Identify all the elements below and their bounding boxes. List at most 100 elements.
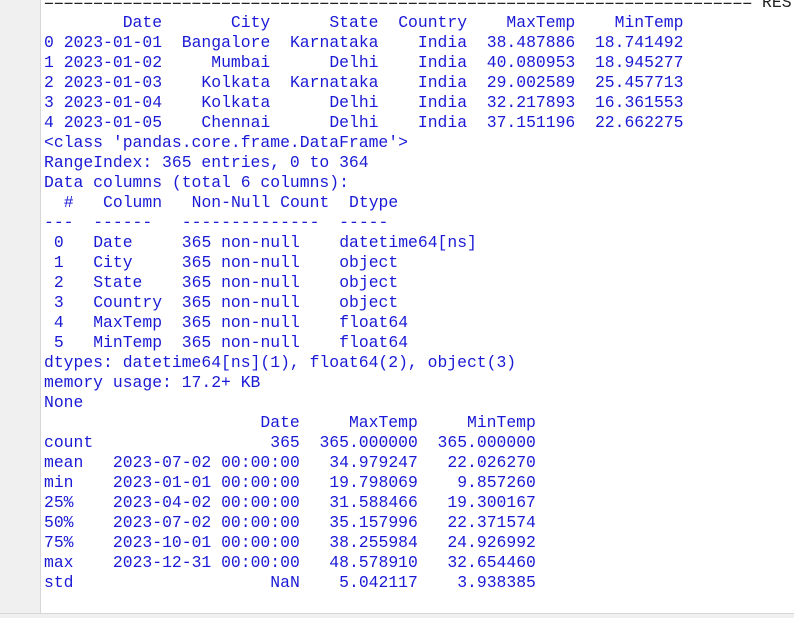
describe-cell: 19.300167 bbox=[447, 493, 536, 512]
describe-cell: 22.026270 bbox=[447, 453, 536, 472]
dataframe-describe-output: Date MaxTemp MinTemp count 365 365.000000… bbox=[44, 413, 794, 593]
table-cell: India bbox=[417, 113, 468, 132]
info-col-name: City bbox=[93, 253, 133, 272]
stat-label: std bbox=[44, 573, 74, 592]
table-cell: Bangalore bbox=[181, 33, 271, 52]
info-col-num: 5 bbox=[53, 333, 64, 352]
table-cell: 2023-01-04 bbox=[63, 93, 163, 112]
describe-cell: 365.000000 bbox=[319, 433, 418, 452]
info-col-name: MinTemp bbox=[93, 333, 163, 352]
table-cell: Delhi bbox=[329, 53, 379, 72]
describe-column-header: Date bbox=[260, 413, 300, 432]
column-header: MaxTemp bbox=[506, 13, 576, 32]
table-cell: 16.361553 bbox=[594, 93, 684, 112]
data-columns-text: Data columns (total 6 columns): bbox=[44, 173, 349, 192]
column-header: Date bbox=[122, 13, 163, 32]
describe-cell: 365.000000 bbox=[437, 433, 536, 452]
table-cell: 18.945277 bbox=[594, 53, 684, 72]
shell-gutter bbox=[0, 0, 41, 617]
table-cell: Chennai bbox=[201, 113, 271, 132]
describe-column-header: MinTemp bbox=[467, 413, 536, 432]
info-column-row: 1 City 365 non-null object bbox=[44, 253, 794, 273]
describe-row: mean 2023-07-02 00:00:00 34.979247 22.02… bbox=[44, 453, 794, 473]
describe-header-row: Date MaxTemp MinTemp bbox=[44, 413, 794, 433]
head-data-row: 2 2023-01-03 Kolkata Karnataka India 29.… bbox=[44, 73, 794, 93]
info-col-name: Date bbox=[93, 233, 133, 252]
describe-cell: 2023-01-01 00:00:00 bbox=[112, 473, 300, 492]
head-data-row: 0 2023-01-01 Bangalore Karnataka India 3… bbox=[44, 33, 794, 53]
info-col-count: 365 non-null bbox=[181, 273, 300, 292]
describe-cell: 48.578910 bbox=[329, 553, 418, 572]
info-col-count: 365 non-null bbox=[181, 253, 300, 272]
describe-cell: NaN bbox=[270, 573, 300, 592]
stat-label: 25% bbox=[44, 493, 74, 512]
describe-cell: 2023-12-31 00:00:00 bbox=[112, 553, 300, 572]
row-index: 3 bbox=[44, 93, 54, 112]
info-col-num: 4 bbox=[53, 313, 64, 332]
table-cell: Mumbai bbox=[211, 53, 271, 72]
info-col-name: MaxTemp bbox=[93, 313, 163, 332]
horizontal-scrollbar[interactable] bbox=[0, 613, 794, 618]
dash-num: --- bbox=[44, 213, 74, 232]
table-cell: 32.217893 bbox=[486, 93, 576, 112]
row-index: 0 bbox=[44, 33, 54, 52]
dash-dtype: ----- bbox=[339, 213, 389, 232]
info-col-name: State bbox=[93, 273, 143, 292]
describe-cell: 38.255984 bbox=[329, 533, 418, 552]
stat-label: min bbox=[44, 473, 74, 492]
info-col-num: 0 bbox=[53, 233, 64, 252]
table-cell: 25.457713 bbox=[594, 73, 684, 92]
info-column-row: 5 MinTemp 365 non-null float64 bbox=[44, 333, 794, 353]
table-cell: Kolkata bbox=[201, 93, 271, 112]
info-col-dtype: object bbox=[339, 293, 399, 312]
describe-row: std NaN 5.042117 3.938385 bbox=[44, 573, 794, 593]
describe-cell: 2023-07-02 00:00:00 bbox=[112, 513, 300, 532]
describe-cell: 35.157996 bbox=[329, 513, 418, 532]
info-col-dtype: object bbox=[339, 253, 399, 272]
describe-cell: 24.926992 bbox=[447, 533, 536, 552]
column-header: State bbox=[329, 13, 379, 32]
head-header-row: Date City State Country MaxTemp MinTemp bbox=[44, 13, 794, 33]
info-column-row: 2 State 365 non-null object bbox=[44, 273, 794, 293]
info-col-count: 365 non-null bbox=[181, 233, 300, 252]
info-header-count: Non-Null Count bbox=[191, 193, 330, 212]
info-col-count: 365 non-null bbox=[181, 333, 300, 352]
dash-column: ------ bbox=[93, 213, 153, 232]
range-index-text: RangeIndex: 365 entries, 0 to 364 bbox=[44, 153, 369, 172]
table-cell: Kolkata bbox=[201, 73, 271, 92]
dataframe-head-output: Date City State Country MaxTemp MinTemp 0… bbox=[44, 13, 794, 133]
table-cell: Karnataka bbox=[289, 73, 379, 92]
python-shell-output[interactable]: ========================================… bbox=[44, 0, 794, 605]
info-col-dtype: object bbox=[339, 273, 399, 292]
describe-row: max 2023-12-31 00:00:00 48.578910 32.654… bbox=[44, 553, 794, 573]
dataframe-info-output: <class 'pandas.core.frame.DataFrame'> Ran… bbox=[44, 133, 794, 393]
column-header: Country bbox=[398, 13, 468, 32]
stat-label: mean bbox=[44, 453, 84, 472]
dash-count: -------------- bbox=[181, 213, 320, 232]
table-cell: Delhi bbox=[329, 93, 379, 112]
table-cell: 40.080953 bbox=[486, 53, 576, 72]
describe-cell: 365 bbox=[270, 433, 300, 452]
info-column-row: 0 Date 365 non-null datetime64[ns] bbox=[44, 233, 794, 253]
row-index: 4 bbox=[44, 113, 54, 132]
stat-label: max bbox=[44, 553, 74, 572]
describe-cell: 9.857260 bbox=[457, 473, 536, 492]
describe-row: 50% 2023-07-02 00:00:00 35.157996 22.371… bbox=[44, 513, 794, 533]
describe-row: count 365 365.000000 365.000000 bbox=[44, 433, 794, 453]
table-cell: 22.662275 bbox=[594, 113, 684, 132]
table-cell: 37.151196 bbox=[486, 113, 576, 132]
describe-cell: 31.588466 bbox=[329, 493, 418, 512]
table-cell: India bbox=[417, 93, 468, 112]
table-cell: 2023-01-01 bbox=[63, 33, 163, 52]
info-col-count: 365 non-null bbox=[181, 313, 300, 332]
info-column-row: 4 MaxTemp 365 non-null float64 bbox=[44, 313, 794, 333]
row-index: 2 bbox=[44, 73, 54, 92]
restart-label: RESTAR bbox=[762, 0, 794, 12]
restart-line: ========================================… bbox=[44, 0, 794, 13]
describe-cell: 22.371574 bbox=[447, 513, 536, 532]
info-header-row: # Column Non-Null Count Dtype bbox=[44, 193, 794, 213]
describe-cell: 3.938385 bbox=[457, 573, 536, 592]
describe-cell: 2023-07-02 00:00:00 bbox=[112, 453, 300, 472]
stat-label: count bbox=[44, 433, 94, 452]
table-cell: Delhi bbox=[329, 113, 379, 132]
